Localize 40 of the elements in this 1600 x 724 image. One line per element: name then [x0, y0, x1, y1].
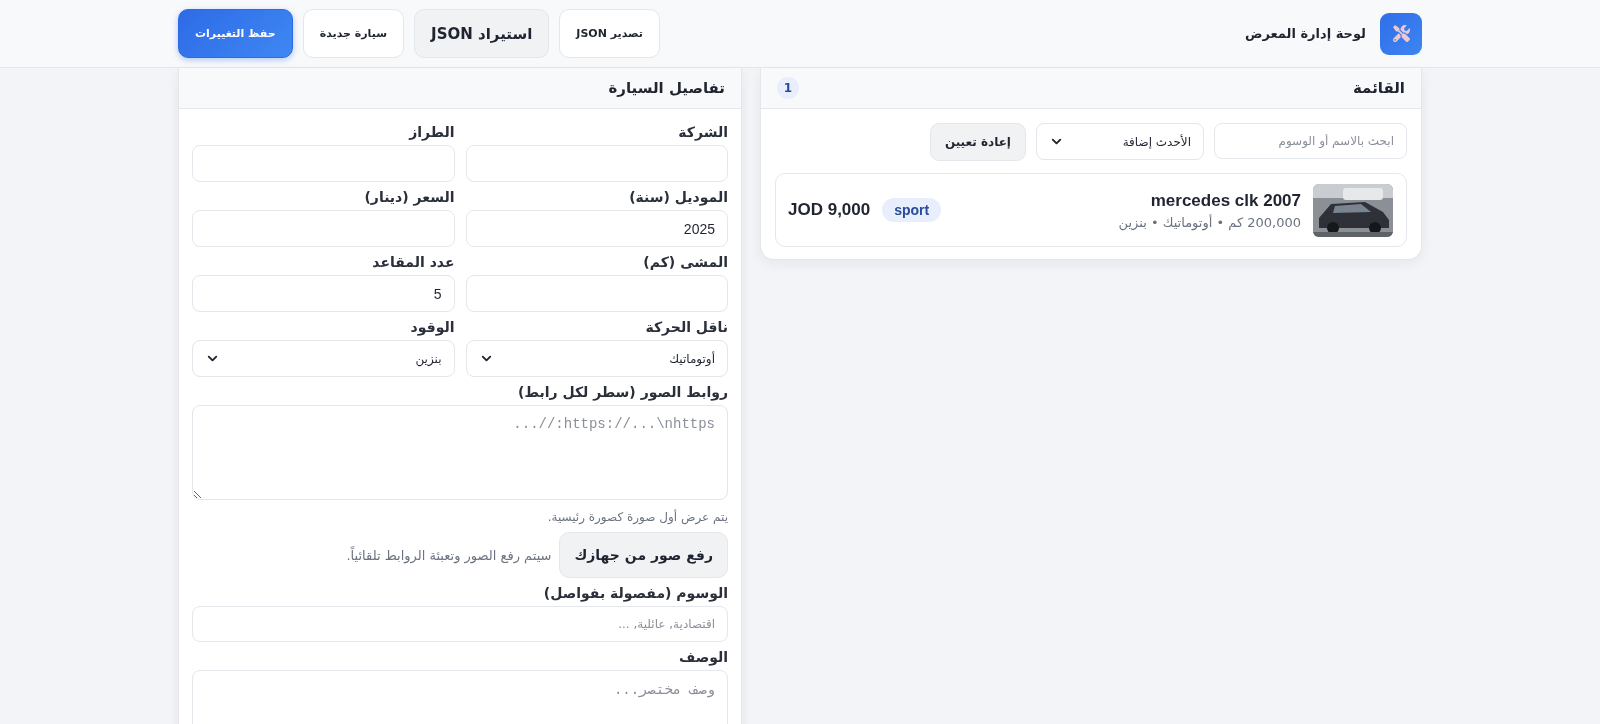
toolbar-button[interactable]: تصدير JSON: [559, 9, 660, 58]
tags-field[interactable]: اقتصادية, عائلية, ...: [192, 606, 728, 642]
tag-chip: sport: [882, 198, 942, 222]
sort-select[interactable]: الأحدث إضافة: [1036, 123, 1204, 160]
select-field[interactable]: بنزين: [192, 340, 455, 377]
input-field[interactable]: [192, 145, 455, 182]
field-label: الطراز: [407, 123, 455, 141]
field-label: الموديل (سنة): [628, 188, 728, 206]
image-links-field[interactable]: https://...\nhttps://...: [192, 405, 728, 500]
car-title: mercedes clk 2007: [1149, 190, 1301, 211]
field-label: ناقل الحركة: [644, 318, 728, 336]
field-label: المشى (كم): [642, 253, 728, 271]
reset-button[interactable]: إعادة تعيين: [929, 123, 1026, 161]
toolbar-button[interactable]: استيراد JSON: [414, 9, 550, 58]
field-label: السعر (دينار): [363, 188, 455, 206]
hint-text: يتم عرض أول صورة كصورة رئيسية.: [546, 510, 728, 524]
input-field[interactable]: [465, 145, 728, 182]
car-details: 200,000 كم • أوتوماتيك • بنزين: [1117, 214, 1301, 230]
input-field[interactable]: 5: [192, 275, 455, 312]
upload-note: سيتم رفع الصور وتعبئة الروابط تلقائياً.: [346, 547, 552, 563]
field-label: عدد المقاعد: [371, 253, 455, 271]
upload-button[interactable]: رفع صور من جهازك: [559, 532, 728, 578]
tools-icon: [1392, 25, 1410, 42]
toolbar-button[interactable]: سيارة جديدة: [302, 9, 405, 58]
field-label: الشركة: [677, 123, 728, 141]
save-button[interactable]: حفظ التغييرات: [178, 9, 293, 58]
field-label: الوقود: [409, 318, 455, 336]
app-title: لوحة إدارة المعرض: [1244, 26, 1366, 41]
panel-title: القائمة: [1353, 79, 1405, 97]
select-field[interactable]: أوتوماتيك: [465, 340, 728, 377]
field-label: الوسوم (مفصولة بفواصل): [542, 584, 728, 602]
count-badge: 1: [777, 77, 799, 99]
input-field[interactable]: [192, 210, 455, 247]
field-label: الوصف: [677, 648, 728, 666]
description-field[interactable]: وصف مختصر...: [192, 670, 728, 724]
input-field[interactable]: [465, 275, 728, 312]
field-label: روابط الصور (سطر لكل رابط): [517, 383, 728, 401]
input-field[interactable]: 2025: [465, 210, 728, 247]
panel-title: تفاصيل السيارة: [608, 79, 725, 97]
car-price: JOD 9,000: [788, 200, 871, 220]
